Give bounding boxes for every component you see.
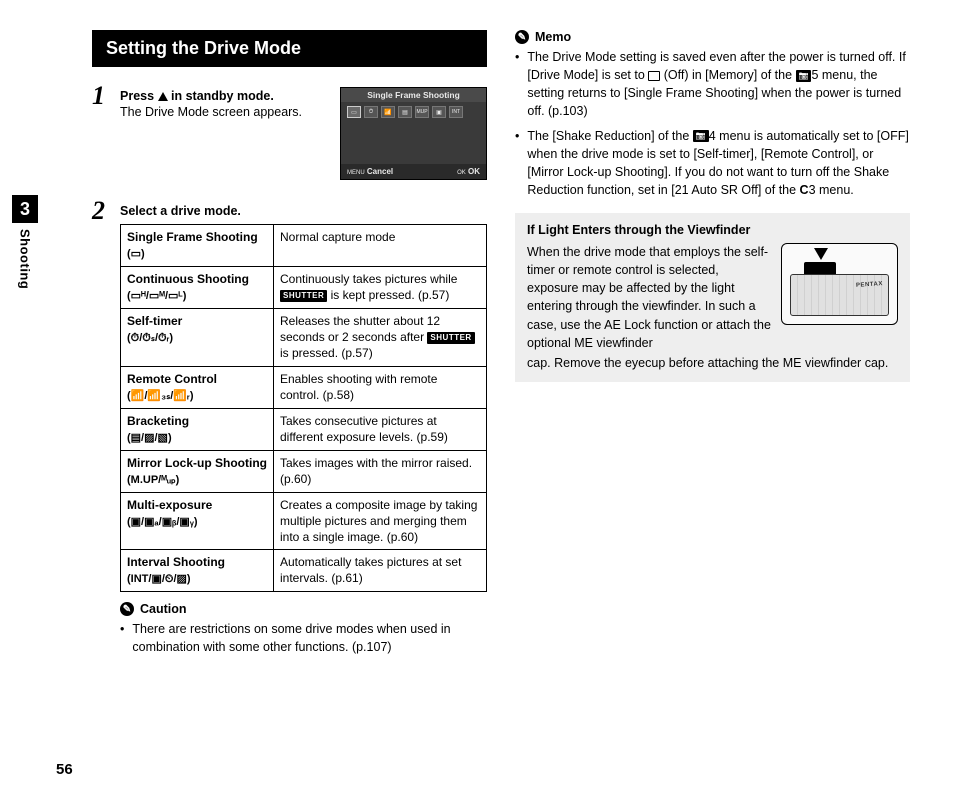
caution-icon: ✎ [120,602,134,616]
table-row: Single Frame Shooting(▭) Normal capture … [121,225,487,267]
caution-list: There are restrictions on some drive mod… [120,620,487,656]
section-title: Setting the Drive Mode [92,30,487,67]
info-box-text-cont: cap. Remove the eyecup before attaching … [527,354,898,372]
chapter-tab: 3 Shooting [12,195,38,289]
camera-menu-icon [796,70,812,82]
caution-heading: ✎ Caution [120,602,487,616]
table-row: Remote Control(📶/📶₃ₛ/📶ᵣ) Enables shootin… [121,366,487,408]
step-1: 1 Press in standby mode. The Drive Mode … [92,83,487,180]
left-column: Setting the Drive Mode 1 Press in standb… [92,30,487,667]
memo-heading: ✎ Memo [515,30,910,44]
lcd-mode-icon: ▣ [432,106,446,118]
step-1-desc: The Drive Mode screen appears. [120,105,302,119]
drive-mode-screen: Single Frame Shooting ▭ ⏱ 📶 ▤ MUP ▣ INT … [340,87,487,180]
table-row: Interval Shooting(INT/▣/⏲/▨) Automatical… [121,550,487,592]
table-row: Continuous Shooting(▭ᴴ/▭ᴹ/▭ᴸ) Continuous… [121,267,487,309]
memo-list: The Drive Mode setting is saved even aft… [515,48,910,199]
lcd-mode-icon: ⏱ [364,106,378,118]
shutter-icon: SHUTTER [280,290,327,303]
lcd-mode-icon: MUP [415,106,429,118]
lcd-title: Single Frame Shooting [341,88,486,102]
lcd-cancel: MENU Cancel [347,167,393,176]
info-box-title: If Light Enters through the Viewfinder [527,223,898,237]
lcd-mode-icon: ▤ [398,106,412,118]
down-arrow-icon [814,248,828,260]
list-item: The Drive Mode setting is saved even aft… [515,48,910,121]
step-2: 2 Select a drive mode. Single Frame Shoo… [92,198,487,663]
viewfinder-illustration: PENTAX [781,243,898,325]
camera-menu-icon [693,130,709,142]
lcd-mode-icon: INT [449,106,463,118]
shutter-icon: SHUTTER [427,332,474,345]
chapter-number: 3 [12,195,38,223]
list-item: There are restrictions on some drive mod… [120,620,487,656]
page-number: 56 [56,761,73,778]
list-item: The [Shake Reduction] of the 4 menu is a… [515,127,910,200]
table-row: Bracketing(▤/▨/▧) Takes consecutive pict… [121,408,487,450]
step-1-title: Press in standby mode. [120,89,302,103]
lcd-mode-icon: 📶 [381,106,395,118]
table-row: Self-timer(⏱/⏱ₛ/⏱ᵣ) Releases the shutter… [121,309,487,367]
viewfinder-info-box: If Light Enters through the Viewfinder W… [515,213,910,382]
chapter-label: Shooting [18,229,33,289]
lcd-ok: OK OK [457,167,480,176]
info-box-text: When the drive mode that employs the sel… [527,243,771,352]
memo-icon: ✎ [515,30,529,44]
table-row: Multi-exposure(▣/▣ₐ/▣ᵦ/▣ᵧ) Creates a com… [121,492,487,550]
rect-icon [648,71,660,81]
step-2-title: Select a drive mode. [120,204,487,218]
table-row: Mirror Lock-up Shooting(M.UP/ᴹᵤₚ) Takes … [121,450,487,492]
step-number: 1 [92,83,120,109]
drive-mode-table: Single Frame Shooting(▭) Normal capture … [120,224,487,592]
up-arrow-icon [158,92,168,101]
lcd-mode-icon: ▭ [347,106,361,118]
right-column: ✎ Memo The Drive Mode setting is saved e… [515,30,910,667]
step-number: 2 [92,198,120,224]
